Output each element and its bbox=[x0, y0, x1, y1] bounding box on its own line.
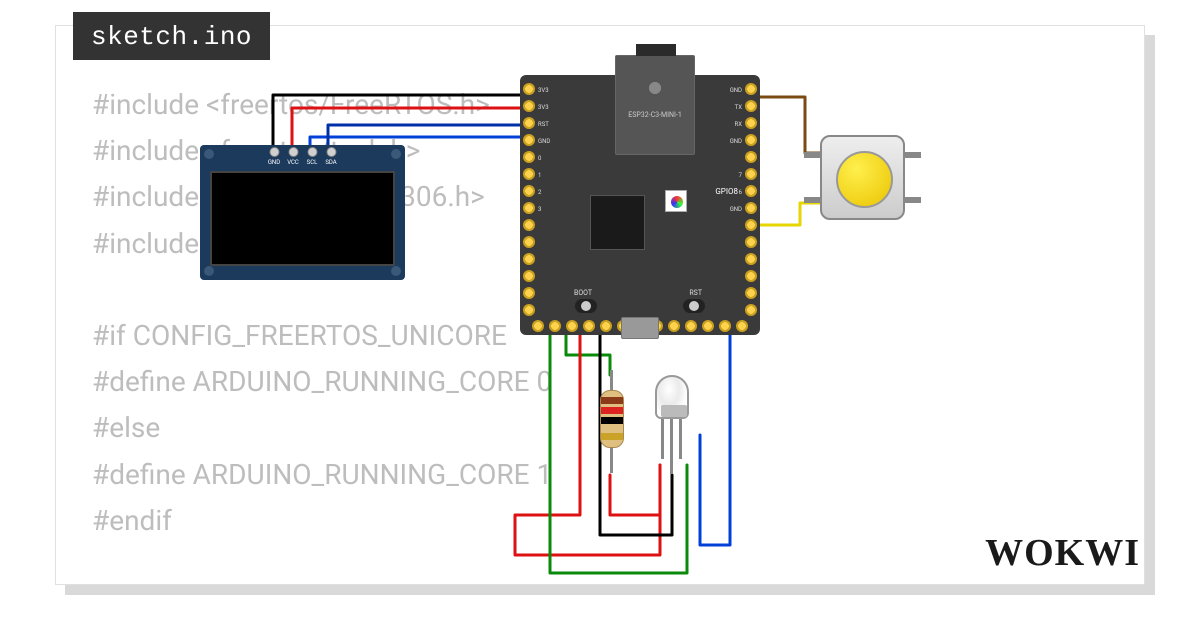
pin-rx[interactable] bbox=[745, 117, 757, 129]
pin-r10[interactable] bbox=[745, 236, 757, 248]
pin-b9[interactable] bbox=[668, 320, 680, 332]
gpio8-label: GPIO8 bbox=[715, 187, 738, 196]
usb-chip-icon bbox=[590, 195, 645, 250]
pin-3[interactable] bbox=[523, 202, 535, 214]
onboard-rgb-led-icon bbox=[665, 190, 687, 212]
pin-l14[interactable] bbox=[523, 304, 535, 316]
button-leg-icon bbox=[903, 152, 921, 158]
resistor-band-icon bbox=[601, 417, 623, 424]
pin-r12[interactable] bbox=[745, 270, 757, 282]
pin-b2[interactable] bbox=[549, 320, 561, 332]
pin-l13[interactable] bbox=[523, 287, 535, 299]
pin-b12[interactable] bbox=[719, 320, 731, 332]
pin-labels-left: 3V3 3V3 RST GND 0 1 2 3 bbox=[538, 85, 550, 216]
button-leg-icon bbox=[804, 152, 822, 158]
pin-b5[interactable] bbox=[600, 320, 612, 332]
oled-pin-vcc[interactable] bbox=[288, 147, 298, 157]
pin-b4[interactable] bbox=[583, 320, 595, 332]
resistor-lead-icon bbox=[610, 448, 613, 473]
pin-3v3-1[interactable] bbox=[523, 83, 535, 95]
oled-display[interactable]: GND VCC SCL SDA bbox=[200, 145, 405, 280]
pin-gnd-r3[interactable] bbox=[745, 202, 757, 214]
pin-gnd-l[interactable] bbox=[523, 134, 535, 146]
pin-l10[interactable] bbox=[523, 236, 535, 248]
pin-7[interactable] bbox=[745, 168, 757, 180]
pin-gnd-r2[interactable] bbox=[745, 134, 757, 146]
resistor-lead-icon bbox=[610, 370, 613, 390]
oled-pin-labels: GND VCC SCL SDA bbox=[266, 159, 339, 166]
pin-b13[interactable] bbox=[736, 320, 748, 332]
resistor-body-icon bbox=[600, 390, 624, 448]
oled-screen bbox=[210, 171, 395, 266]
resistor[interactable] bbox=[600, 390, 624, 448]
circuit-diagram[interactable]: GND VCC SCL SDA ESP32-C3-MINI-1 bbox=[200, 75, 950, 585]
pin-r14[interactable] bbox=[745, 304, 757, 316]
pin-1[interactable] bbox=[523, 168, 535, 180]
pin-l12[interactable] bbox=[523, 270, 535, 282]
pin-b3[interactable] bbox=[566, 320, 578, 332]
filename-tab[interactable]: sketch.ino bbox=[73, 12, 270, 60]
resistor-band-icon bbox=[601, 397, 623, 404]
pin-l11[interactable] bbox=[523, 253, 535, 265]
resistor-band-icon bbox=[601, 433, 623, 440]
button-leg-icon bbox=[903, 197, 921, 203]
boot-button[interactable] bbox=[575, 299, 597, 313]
esp32-board[interactable]: ESP32-C3-MINI-1 bbox=[520, 75, 760, 335]
led-leg-icon bbox=[679, 419, 682, 459]
pin-gnd-r1[interactable] bbox=[745, 83, 757, 95]
pin-l9[interactable] bbox=[523, 219, 535, 231]
led-leg-icon bbox=[670, 419, 673, 474]
reset-button[interactable] bbox=[683, 299, 705, 313]
pin-r9[interactable] bbox=[745, 219, 757, 231]
wokwi-logo: WOKWI bbox=[985, 531, 1140, 575]
push-button[interactable] bbox=[820, 135, 905, 220]
led-leg-icon bbox=[661, 419, 664, 459]
pin-row-right bbox=[745, 83, 757, 316]
pin-b11[interactable] bbox=[702, 320, 714, 332]
oled-pin-gnd[interactable] bbox=[269, 147, 279, 157]
pin-row-left bbox=[523, 83, 535, 316]
pin-6[interactable] bbox=[745, 185, 757, 197]
boot-label: BOOT bbox=[574, 289, 592, 297]
pin-3v3-2[interactable] bbox=[523, 100, 535, 112]
rst-label: RST bbox=[689, 289, 702, 297]
pin-b10[interactable] bbox=[685, 320, 697, 332]
resistor-band-icon bbox=[601, 407, 623, 414]
pin-gpio8[interactable] bbox=[745, 151, 757, 163]
pin-r11[interactable] bbox=[745, 253, 757, 265]
usb-port-icon bbox=[621, 317, 659, 339]
oled-pin-scl[interactable] bbox=[307, 147, 317, 157]
filename-text: sketch.ino bbox=[91, 22, 252, 52]
pin-tx[interactable] bbox=[745, 100, 757, 112]
esp32-chip-icon: ESP32-C3-MINI-1 bbox=[615, 55, 695, 155]
espressif-logo-icon bbox=[641, 74, 669, 102]
button-leg-icon bbox=[804, 197, 822, 203]
pin-0[interactable] bbox=[523, 151, 535, 163]
chip-label: ESP32-C3-MINI-1 bbox=[616, 111, 694, 119]
pin-2[interactable] bbox=[523, 185, 535, 197]
oled-pin-row bbox=[269, 147, 336, 157]
led-bulb-icon bbox=[655, 375, 689, 419]
pin-rst[interactable] bbox=[523, 117, 535, 129]
oled-pin-sda[interactable] bbox=[326, 147, 336, 157]
rgb-led[interactable] bbox=[655, 375, 689, 419]
pin-r13[interactable] bbox=[745, 287, 757, 299]
pin-b1[interactable] bbox=[532, 320, 544, 332]
pin-labels-right: GND TX RX GND 7 6 GND bbox=[730, 85, 742, 216]
